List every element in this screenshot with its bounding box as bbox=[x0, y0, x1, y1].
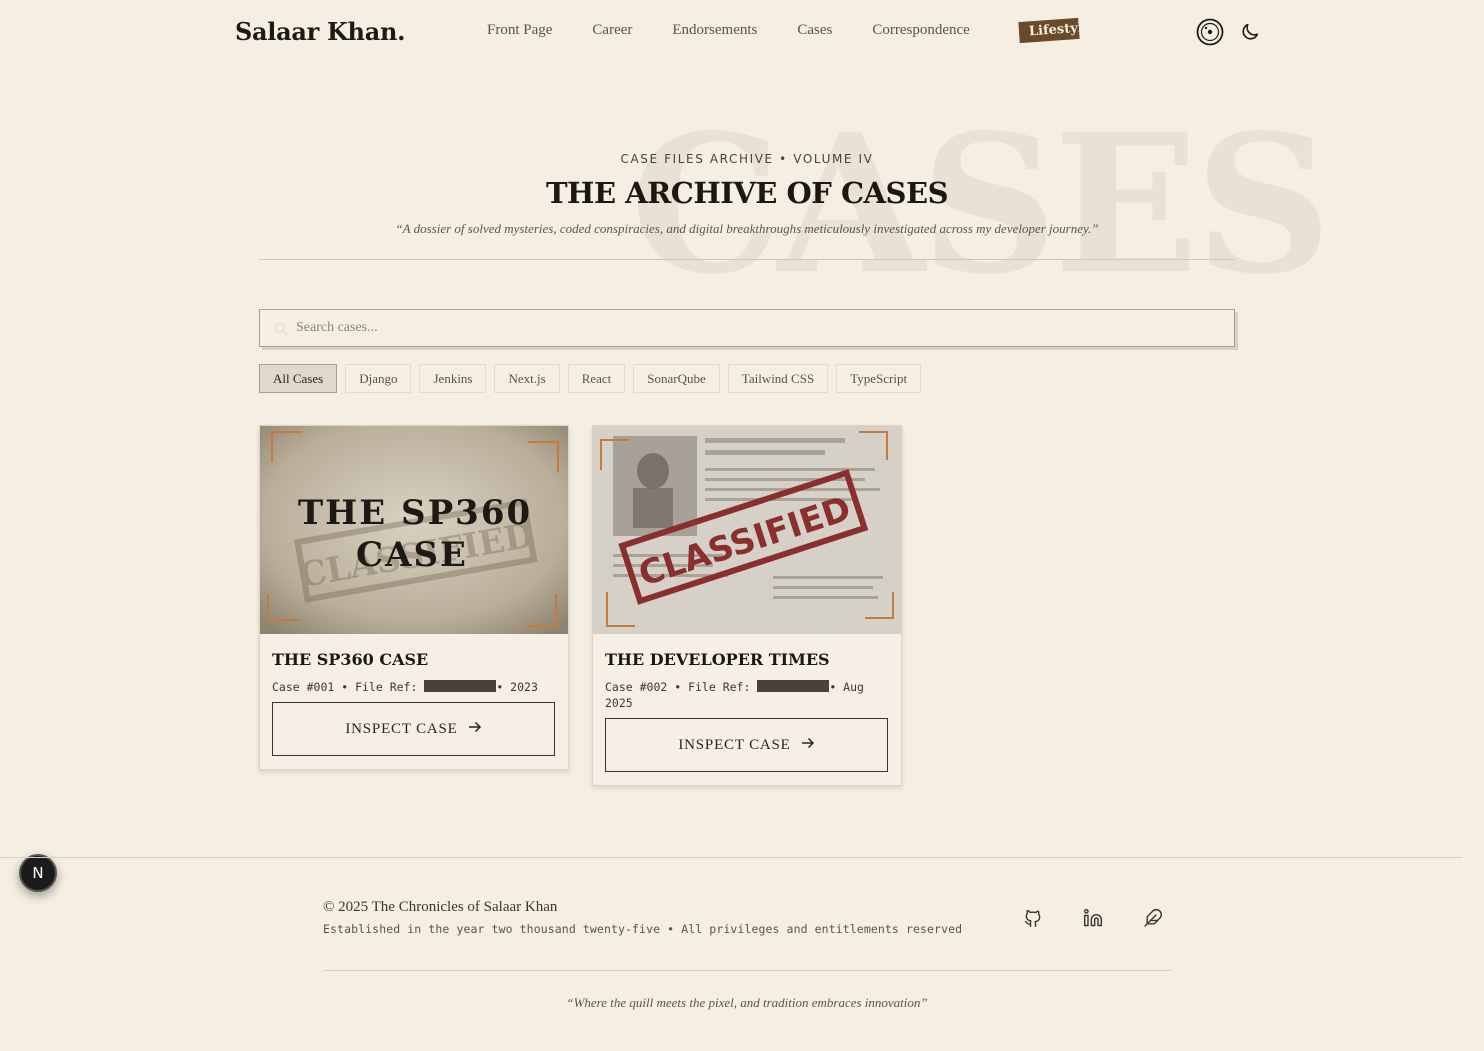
case-image: CLASSIFIED THE SP360 CASE bbox=[260, 426, 568, 634]
case-card: CLASSIFIED THE DEVELOPER TIMES Case #002… bbox=[592, 425, 902, 786]
filter-sonarqube[interactable]: SonarQube bbox=[633, 364, 720, 393]
footer-copyright: © 2025 The Chronicles of Salaar Khan bbox=[323, 899, 558, 915]
image-title-line2: CASE bbox=[356, 535, 468, 575]
filter-django[interactable]: Django bbox=[345, 364, 412, 393]
image-title-line1: THE SP360 bbox=[298, 493, 532, 533]
search-icon bbox=[274, 321, 288, 340]
case-card: CLASSIFIED THE SP360 CASE THE SP360 CASE… bbox=[259, 425, 569, 770]
nav-lifestyle[interactable]: Lifestyl bbox=[1018, 17, 1080, 44]
site-header: Salaar Khan. Front Page Career Endorseme… bbox=[0, 0, 1484, 66]
filter-tailwind-css[interactable]: Tailwind CSS bbox=[727, 364, 829, 393]
nav-career[interactable]: Career bbox=[592, 22, 632, 39]
footer-divider-inner bbox=[323, 970, 1171, 971]
nav-cases[interactable]: Cases bbox=[797, 22, 832, 39]
case-number: Case #001 • File Ref: bbox=[272, 680, 425, 694]
arrow-right-icon bbox=[468, 721, 482, 738]
footer-divider bbox=[0, 857, 1462, 858]
page-title: THE ARCHIVE OF CASES bbox=[545, 176, 949, 210]
inspect-case-label: INSPECT CASE bbox=[345, 720, 458, 737]
filter-all-cases[interactable]: All Cases bbox=[259, 364, 338, 393]
inspect-case-label: INSPECT CASE bbox=[678, 736, 791, 753]
footer-quote: “Where the quill meets the pixel, and tr… bbox=[566, 995, 928, 1010]
search-box bbox=[259, 309, 1235, 347]
nav-correspondence[interactable]: Correspondence bbox=[872, 22, 969, 39]
page-subtitle: “A dossier of solved mysteries, coded co… bbox=[395, 221, 1099, 236]
linkedin-icon[interactable] bbox=[1081, 906, 1105, 930]
arrow-right-icon bbox=[801, 737, 815, 754]
github-icon[interactable] bbox=[1021, 906, 1045, 930]
filter-react[interactable]: React bbox=[567, 364, 626, 393]
filter-nextjs[interactable]: Next.js bbox=[494, 364, 560, 393]
main-nav: Front Page Career Endorsements Cases Cor… bbox=[487, 22, 1010, 39]
nav-endorsements[interactable]: Endorsements bbox=[672, 22, 757, 39]
footer-established: Established in the year two thousand twe… bbox=[323, 922, 963, 936]
hero-eyebrow: CASE FILES ARCHIVE • VOLUME IV bbox=[620, 152, 874, 166]
filter-typescript[interactable]: TypeScript bbox=[836, 364, 922, 393]
case-title: THE DEVELOPER TIMES bbox=[605, 650, 830, 669]
inspect-case-button[interactable]: INSPECT CASE bbox=[272, 702, 555, 756]
case-meta: Case #001 • File Ref: • 2023 bbox=[272, 679, 556, 695]
redacted-block bbox=[424, 680, 497, 692]
redacted-block bbox=[757, 680, 830, 692]
hero-divider bbox=[259, 259, 1235, 260]
case-number: Case #002 • File Ref: bbox=[605, 680, 758, 694]
site-logo[interactable]: Salaar Khan. bbox=[235, 17, 405, 46]
filter-jenkins[interactable]: Jenkins bbox=[419, 364, 487, 393]
nextjs-dev-badge[interactable]: N bbox=[19, 854, 57, 892]
case-meta: Case #002 • File Ref: • Aug 2025 bbox=[605, 679, 889, 711]
record-icon[interactable] bbox=[1196, 18, 1224, 46]
case-image: CLASSIFIED bbox=[593, 426, 901, 634]
case-title: THE SP360 CASE bbox=[272, 650, 429, 669]
case-date: • 2023 bbox=[496, 680, 538, 694]
moon-icon[interactable] bbox=[1236, 18, 1264, 46]
nav-front-page[interactable]: Front Page bbox=[487, 22, 552, 39]
search-input[interactable] bbox=[296, 310, 1216, 346]
inspect-case-button[interactable]: INSPECT CASE bbox=[605, 718, 888, 772]
feather-icon[interactable] bbox=[1141, 906, 1165, 930]
filter-chips: All Cases Django Jenkins Next.js React S… bbox=[259, 364, 922, 393]
